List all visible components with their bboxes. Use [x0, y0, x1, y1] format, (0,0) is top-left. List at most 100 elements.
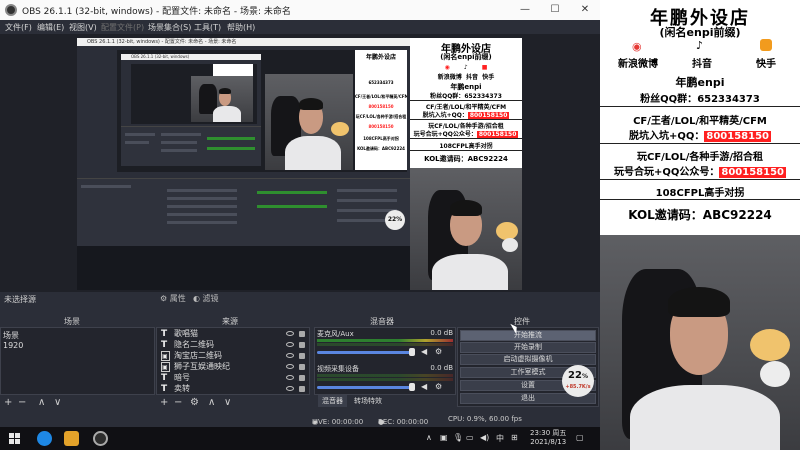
lock-icon[interactable]	[299, 386, 305, 392]
gear-icon[interactable]: ⚙	[435, 383, 443, 391]
notification-icon[interactable]: ▢	[576, 433, 584, 442]
menu-help[interactable]: 帮助(H)	[227, 22, 255, 33]
scenes-dock: 场景 1920	[0, 327, 155, 395]
add-icon[interactable]: +	[160, 397, 168, 408]
nested-docks	[77, 178, 410, 246]
volume-knob[interactable]	[409, 348, 415, 356]
taskbar-clock[interactable]: 23:30 周五 2021/8/13	[530, 429, 566, 447]
text-source-icon: T	[161, 329, 168, 339]
audio-meter	[317, 339, 453, 342]
controls-header: 控件	[514, 317, 530, 326]
eye-icon[interactable]	[286, 342, 294, 347]
kol-code: KOL邀请码：ABC92224	[628, 208, 772, 222]
dock-title-row: 场景 来源 混音器 控件	[0, 315, 600, 327]
move-down-icon[interactable]: ∨	[224, 397, 231, 408]
lock-icon[interactable]	[299, 342, 305, 348]
start-streaming-button[interactable]: 开始推流	[460, 330, 596, 341]
nested-obs-window-2: OBS 26.1.1 (32-bit, windows)	[121, 54, 261, 166]
tray-app-icon[interactable]: ▣	[440, 433, 448, 442]
filters-button[interactable]: ◐ 滤镜	[193, 293, 219, 305]
preview-canvas[interactable]: OBS 26.1.1 (32-bit, windows) - 配置文件: 未命名…	[77, 38, 522, 290]
scenes-header: 场景	[64, 317, 80, 326]
status-bar: ◉ LIVE: 00:00:00 ● REC: 00:00:00 CPU: 0.…	[0, 412, 600, 427]
menu-profile[interactable]: 配置文件(P)	[101, 22, 144, 33]
ime-indicator[interactable]: 中	[496, 433, 504, 444]
menu-scene-collection[interactable]: 场景集合(S)	[148, 22, 191, 33]
move-down-icon[interactable]: ∨	[54, 397, 61, 408]
menu-view[interactable]: 视图(V)	[69, 22, 97, 33]
eye-icon[interactable]	[286, 353, 294, 358]
windows-taskbar: ∧ ▣ 🎙 ▭ ◀) 中 ⊞ 23:30 周五 2021/8/13 ▢	[0, 427, 600, 450]
add-icon[interactable]: +	[4, 397, 12, 408]
tab-mixer[interactable]: 混音器	[318, 395, 347, 407]
tab-transitions[interactable]: 转场特效	[350, 395, 386, 407]
start-virtual-camera-button[interactable]: 启动虚拟摄像机	[460, 354, 596, 365]
eye-icon[interactable]	[286, 331, 294, 336]
volume-knob[interactable]	[409, 383, 415, 391]
scene-item[interactable]: 场景	[3, 330, 19, 341]
remove-icon[interactable]: −	[174, 397, 182, 408]
network-icon[interactable]: ▭	[466, 433, 474, 442]
obs-taskbar-icon[interactable]	[93, 431, 108, 446]
preview-area[interactable]: OBS 26.1.1 (32-bit, windows) - 配置文件: 未命名…	[0, 34, 600, 292]
menu-file[interactable]: 文件(F)	[5, 22, 32, 33]
nested-poster-2	[213, 64, 253, 76]
move-up-icon[interactable]: ∧	[38, 397, 45, 408]
source-item[interactable]: T 暗号	[159, 373, 310, 384]
text-source-icon: T	[161, 384, 168, 394]
volume-icon[interactable]: ◀)	[480, 433, 489, 442]
gear-icon[interactable]: ⚙	[190, 397, 199, 408]
nested-docks-2	[121, 126, 261, 166]
lock-icon[interactable]	[299, 331, 305, 337]
tray-chevron-icon[interactable]: ∧	[426, 433, 432, 442]
source-item[interactable]: ▣ 淘宝店二维码	[159, 351, 310, 362]
properties-button[interactable]: ⚙ 属性	[160, 293, 186, 305]
source-item[interactable]: ▣ 狮子互娱通映纪	[159, 362, 310, 373]
title-bar: OBS 26.1.1 (32-bit, windows) - 配置文件: 未命名…	[0, 0, 600, 20]
eye-icon[interactable]	[286, 386, 294, 391]
webcam-feed	[600, 235, 800, 450]
image-source-icon: ▣	[161, 351, 170, 361]
scene-item[interactable]: 1920	[3, 341, 23, 350]
menu-edit[interactable]: 编辑(E)	[37, 22, 64, 33]
speaker-icon[interactable]: ◀	[421, 383, 429, 391]
scenes-toolbar: + − ∧ ∨	[4, 397, 154, 409]
app-icon[interactable]	[64, 431, 79, 446]
remove-icon[interactable]: −	[18, 397, 26, 408]
edge-browser-icon[interactable]	[37, 431, 52, 446]
douyin-icon: ♪	[696, 39, 704, 52]
eye-icon[interactable]	[286, 364, 294, 369]
lock-icon[interactable]	[299, 353, 305, 359]
speaker-icon[interactable]: ◀	[421, 348, 429, 356]
microphone-icon[interactable]: 🎙	[453, 433, 463, 442]
source-item[interactable]: T 隐名二维码	[159, 340, 310, 351]
audio-meter	[317, 343, 453, 346]
audio-meter	[317, 378, 453, 381]
windows-start-icon[interactable]	[9, 433, 20, 444]
eye-icon[interactable]	[286, 375, 294, 380]
nested-camera-2	[191, 76, 253, 122]
preview-poster: 年鹏外设店 (闲名enpi前缀) ◉ ♪ ■ 新浪微博 抖音 快手 年鹏enpi 粉…	[410, 38, 522, 168]
volume-slider[interactable]	[317, 386, 413, 389]
volume-slider[interactable]	[317, 351, 413, 354]
kuaishou-icon	[760, 39, 772, 51]
lock-icon[interactable]	[299, 375, 305, 381]
source-item[interactable]: T 歌唱猫	[159, 329, 310, 340]
ime-mode-icon[interactable]: ⊞	[511, 433, 518, 442]
mixer-header: 混音器	[370, 317, 394, 326]
gear-icon[interactable]: ⚙	[435, 348, 443, 356]
text-source-icon: T	[161, 340, 168, 350]
image-source-icon: ▣	[161, 362, 170, 372]
maximize-button[interactable]: ☐	[540, 0, 570, 20]
obs-logo-icon	[5, 4, 17, 16]
nested-poster: 年鹏外设店 652334373 CF/王者/LOL/和平精英/CFM 80015…	[355, 50, 407, 170]
promo-line-5: 108CFPL高手对拐	[655, 188, 745, 199]
sources-header: 来源	[222, 317, 238, 326]
menu-tools[interactable]: 工具(T)	[194, 22, 221, 33]
source-item[interactable]: T 卖转	[159, 384, 310, 395]
close-button[interactable]: ✕	[570, 0, 600, 20]
start-recording-button[interactable]: 开始录制	[460, 342, 596, 353]
move-up-icon[interactable]: ∧	[208, 397, 215, 408]
minimize-button[interactable]: —	[510, 0, 540, 20]
lock-icon[interactable]	[299, 364, 305, 370]
